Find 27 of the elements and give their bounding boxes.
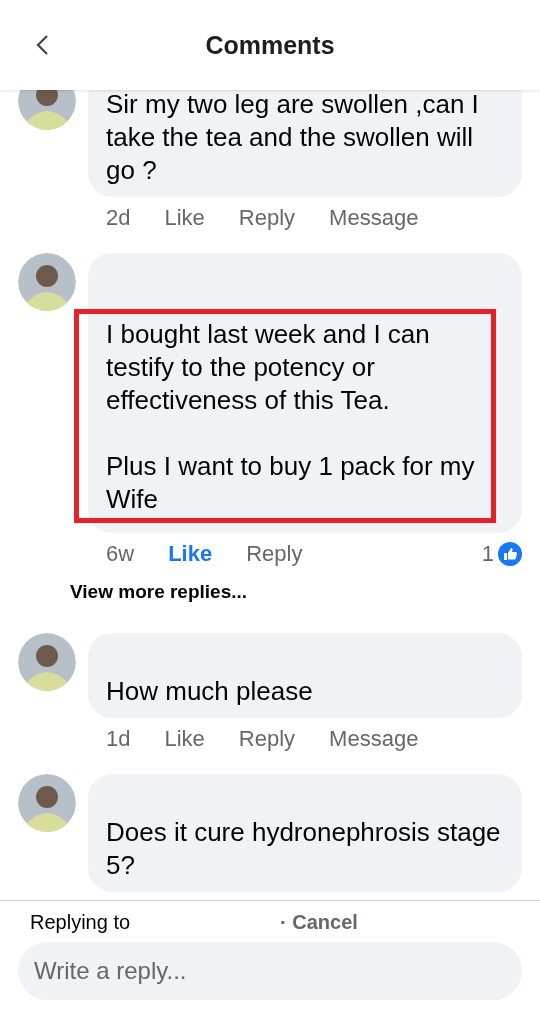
back-icon[interactable] — [34, 34, 50, 56]
like-button[interactable]: Like — [164, 205, 205, 231]
reply-field[interactable]: Write a reply... — [18, 942, 522, 1000]
comment-text: Sir my two leg are swollen ,can I take the tea and the swollen will go ? — [106, 90, 480, 187]
avatar[interactable] — [18, 633, 76, 691]
message-button[interactable]: Message — [329, 726, 419, 752]
page-title: Comments — [205, 30, 335, 60]
view-more-replies-link[interactable]: View more replies... — [70, 581, 540, 603]
cancel-link[interactable]: · Cancel — [280, 911, 358, 934]
comment-text: Plus I want to buy 1 pack for my Wife — [106, 450, 476, 516]
comment-text: Does it cure hydronephrosis stage 5? — [106, 816, 502, 882]
comment-text: How much please — [106, 675, 314, 708]
reply-button[interactable]: Reply — [246, 541, 303, 567]
thumbs-up-icon — [498, 542, 522, 566]
message-button[interactable]: Message — [329, 205, 419, 231]
reply-button[interactable]: Reply — [238, 726, 296, 752]
reply-button[interactable]: Reply — [238, 205, 296, 231]
like-button[interactable]: Like — [164, 726, 205, 752]
avatar[interactable] — [18, 774, 76, 832]
comment-time: 6w — [106, 541, 135, 567]
like-button[interactable]: Like — [168, 541, 213, 567]
avatar[interactable] — [18, 253, 76, 311]
comment-time: 1d — [106, 726, 131, 752]
replying-to-label: Replying to — [30, 911, 131, 934]
comment-text: I bought last week and I can testify to the potency or effectiveness of this Tea. — [106, 318, 431, 417]
reaction-count: 1 — [481, 541, 494, 567]
comment-time: 2d — [106, 205, 131, 231]
